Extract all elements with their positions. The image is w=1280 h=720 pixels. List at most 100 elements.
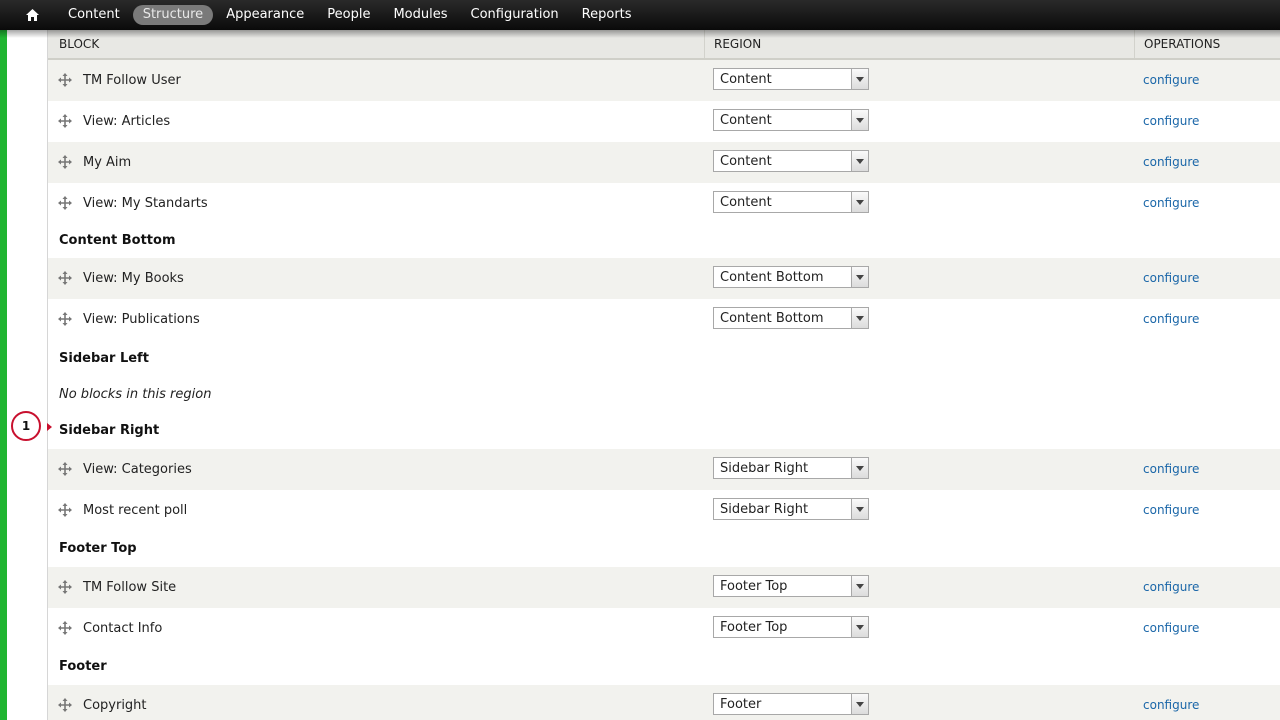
region-select[interactable]: Footer — [713, 693, 869, 715]
block-name: TM Follow User — [83, 73, 181, 88]
drag-handle-icon[interactable] — [58, 580, 72, 594]
configure-link[interactable]: configure — [1143, 258, 1199, 299]
admin-toolbar: Content Structure Appearance People Modu… — [0, 0, 1280, 30]
region-title-footer: Footer — [59, 659, 107, 674]
chevron-down-icon — [851, 267, 868, 287]
region-select[interactable]: Content Bottom — [713, 266, 869, 288]
block-name: View: Articles — [83, 114, 171, 129]
chevron-down-icon — [851, 694, 868, 714]
drag-handle-icon[interactable] — [58, 155, 72, 169]
blocks-table: BLOCK REGION OPERATIONS TM Follow User C… — [47, 30, 1280, 720]
block-name: Contact Info — [83, 621, 163, 636]
configure-link[interactable]: configure — [1143, 449, 1199, 490]
chevron-down-icon — [851, 151, 868, 171]
drag-handle-icon[interactable] — [58, 462, 72, 476]
region-select[interactable]: Content — [713, 109, 869, 131]
region-title-sidebar-right: Sidebar Right — [59, 423, 160, 438]
drag-handle-icon[interactable] — [58, 312, 72, 326]
region-select-value: Content — [720, 195, 772, 210]
drag-handle-icon[interactable] — [58, 698, 72, 712]
block-name: TM Follow Site — [83, 580, 177, 595]
table-header: BLOCK REGION OPERATIONS — [48, 30, 1280, 60]
region-select[interactable]: Footer Top — [713, 616, 869, 638]
region-select[interactable]: Content Bottom — [713, 307, 869, 329]
region-select-value: Content — [720, 72, 772, 87]
region-select[interactable]: Sidebar Right — [713, 498, 869, 520]
drag-handle-icon[interactable] — [58, 114, 72, 128]
region-select-value: Footer Top — [720, 579, 788, 594]
configure-link[interactable]: configure — [1143, 142, 1199, 183]
header-region: REGION — [714, 37, 762, 51]
block-name: View: My Standarts — [83, 196, 208, 211]
configure-link[interactable]: configure — [1143, 299, 1199, 340]
configure-link[interactable]: configure — [1143, 685, 1199, 720]
configure-link[interactable]: configure — [1143, 183, 1199, 224]
region-select-value: Sidebar Right — [720, 502, 809, 517]
region-select[interactable]: Content — [713, 191, 869, 213]
chevron-down-icon — [851, 617, 868, 637]
toolbar-item-content[interactable]: Content — [58, 5, 130, 25]
configure-link[interactable]: configure — [1143, 60, 1199, 101]
region-select-value: Footer Top — [720, 620, 788, 635]
chevron-down-icon — [851, 69, 868, 89]
block-name: View: Categories — [83, 462, 192, 477]
table-row: Most recent poll Sidebar Right configure — [48, 490, 1280, 531]
region-select-value: Footer — [720, 697, 762, 712]
configure-link[interactable]: configure — [1143, 567, 1199, 608]
block-name: Most recent poll — [83, 503, 188, 518]
drag-handle-icon[interactable] — [58, 621, 72, 635]
toolbar-item-people[interactable]: People — [317, 5, 380, 25]
block-name: Copyright — [83, 698, 147, 713]
region-select-value: Content Bottom — [720, 270, 824, 285]
region-title-content-bottom: Content Bottom — [59, 233, 176, 248]
table-row: TM Follow User Content configure — [48, 60, 1280, 101]
chevron-down-icon — [851, 110, 868, 130]
configure-link[interactable]: configure — [1143, 608, 1199, 649]
toolbar-item-modules[interactable]: Modules — [383, 5, 457, 25]
header-operations: OPERATIONS — [1144, 37, 1221, 51]
region-select[interactable]: Content — [713, 150, 869, 172]
region-select-value: Content Bottom — [720, 311, 824, 326]
table-row: View: Publications Content Bottom config… — [48, 299, 1280, 340]
toolbar-item-configuration[interactable]: Configuration — [461, 5, 569, 25]
region-select-value: Sidebar Right — [720, 461, 809, 476]
chevron-down-icon — [851, 499, 868, 519]
region-select[interactable]: Footer Top — [713, 575, 869, 597]
home-icon[interactable] — [23, 0, 41, 30]
table-row: Copyright Footer configure — [48, 685, 1280, 720]
header-block: BLOCK — [59, 37, 100, 51]
drag-handle-icon[interactable] — [58, 196, 72, 210]
drag-handle-icon[interactable] — [58, 271, 72, 285]
drag-handle-icon[interactable] — [58, 503, 72, 517]
table-row: View: My Books Content Bottom configure — [48, 258, 1280, 299]
table-row: View: My Standarts Content configure — [48, 183, 1280, 224]
toolbar-item-appearance[interactable]: Appearance — [216, 5, 314, 25]
chevron-down-icon — [851, 458, 868, 478]
column-divider — [704, 30, 705, 58]
block-name: View: My Books — [83, 271, 184, 286]
configure-link[interactable]: configure — [1143, 101, 1199, 142]
region-select[interactable]: Content — [713, 68, 869, 90]
chevron-down-icon — [851, 192, 868, 212]
block-name: My Aim — [83, 155, 132, 170]
region-select-value: Content — [720, 154, 772, 169]
region-select[interactable]: Sidebar Right — [713, 457, 869, 479]
left-accent-bar — [0, 30, 7, 720]
toolbar-item-reports[interactable]: Reports — [572, 5, 642, 25]
drag-handle-icon[interactable] — [58, 73, 72, 87]
column-divider — [1134, 30, 1135, 58]
block-name: View: Publications — [83, 312, 200, 327]
table-row: Contact Info Footer Top configure — [48, 608, 1280, 649]
empty-region-message: No blocks in this region — [59, 387, 212, 402]
chevron-down-icon — [851, 576, 868, 596]
region-title-footer-top: Footer Top — [59, 541, 137, 556]
region-select-value: Content — [720, 113, 772, 128]
table-row: View: Articles Content configure — [48, 101, 1280, 142]
callout-pointer-icon — [47, 423, 52, 431]
table-row: View: Categories Sidebar Right configure — [48, 449, 1280, 490]
table-row: TM Follow Site Footer Top configure — [48, 567, 1280, 608]
configure-link[interactable]: configure — [1143, 490, 1199, 531]
chevron-down-icon — [851, 308, 868, 328]
callout-marker: 1 — [11, 411, 41, 441]
toolbar-item-structure[interactable]: Structure — [132, 5, 214, 25]
